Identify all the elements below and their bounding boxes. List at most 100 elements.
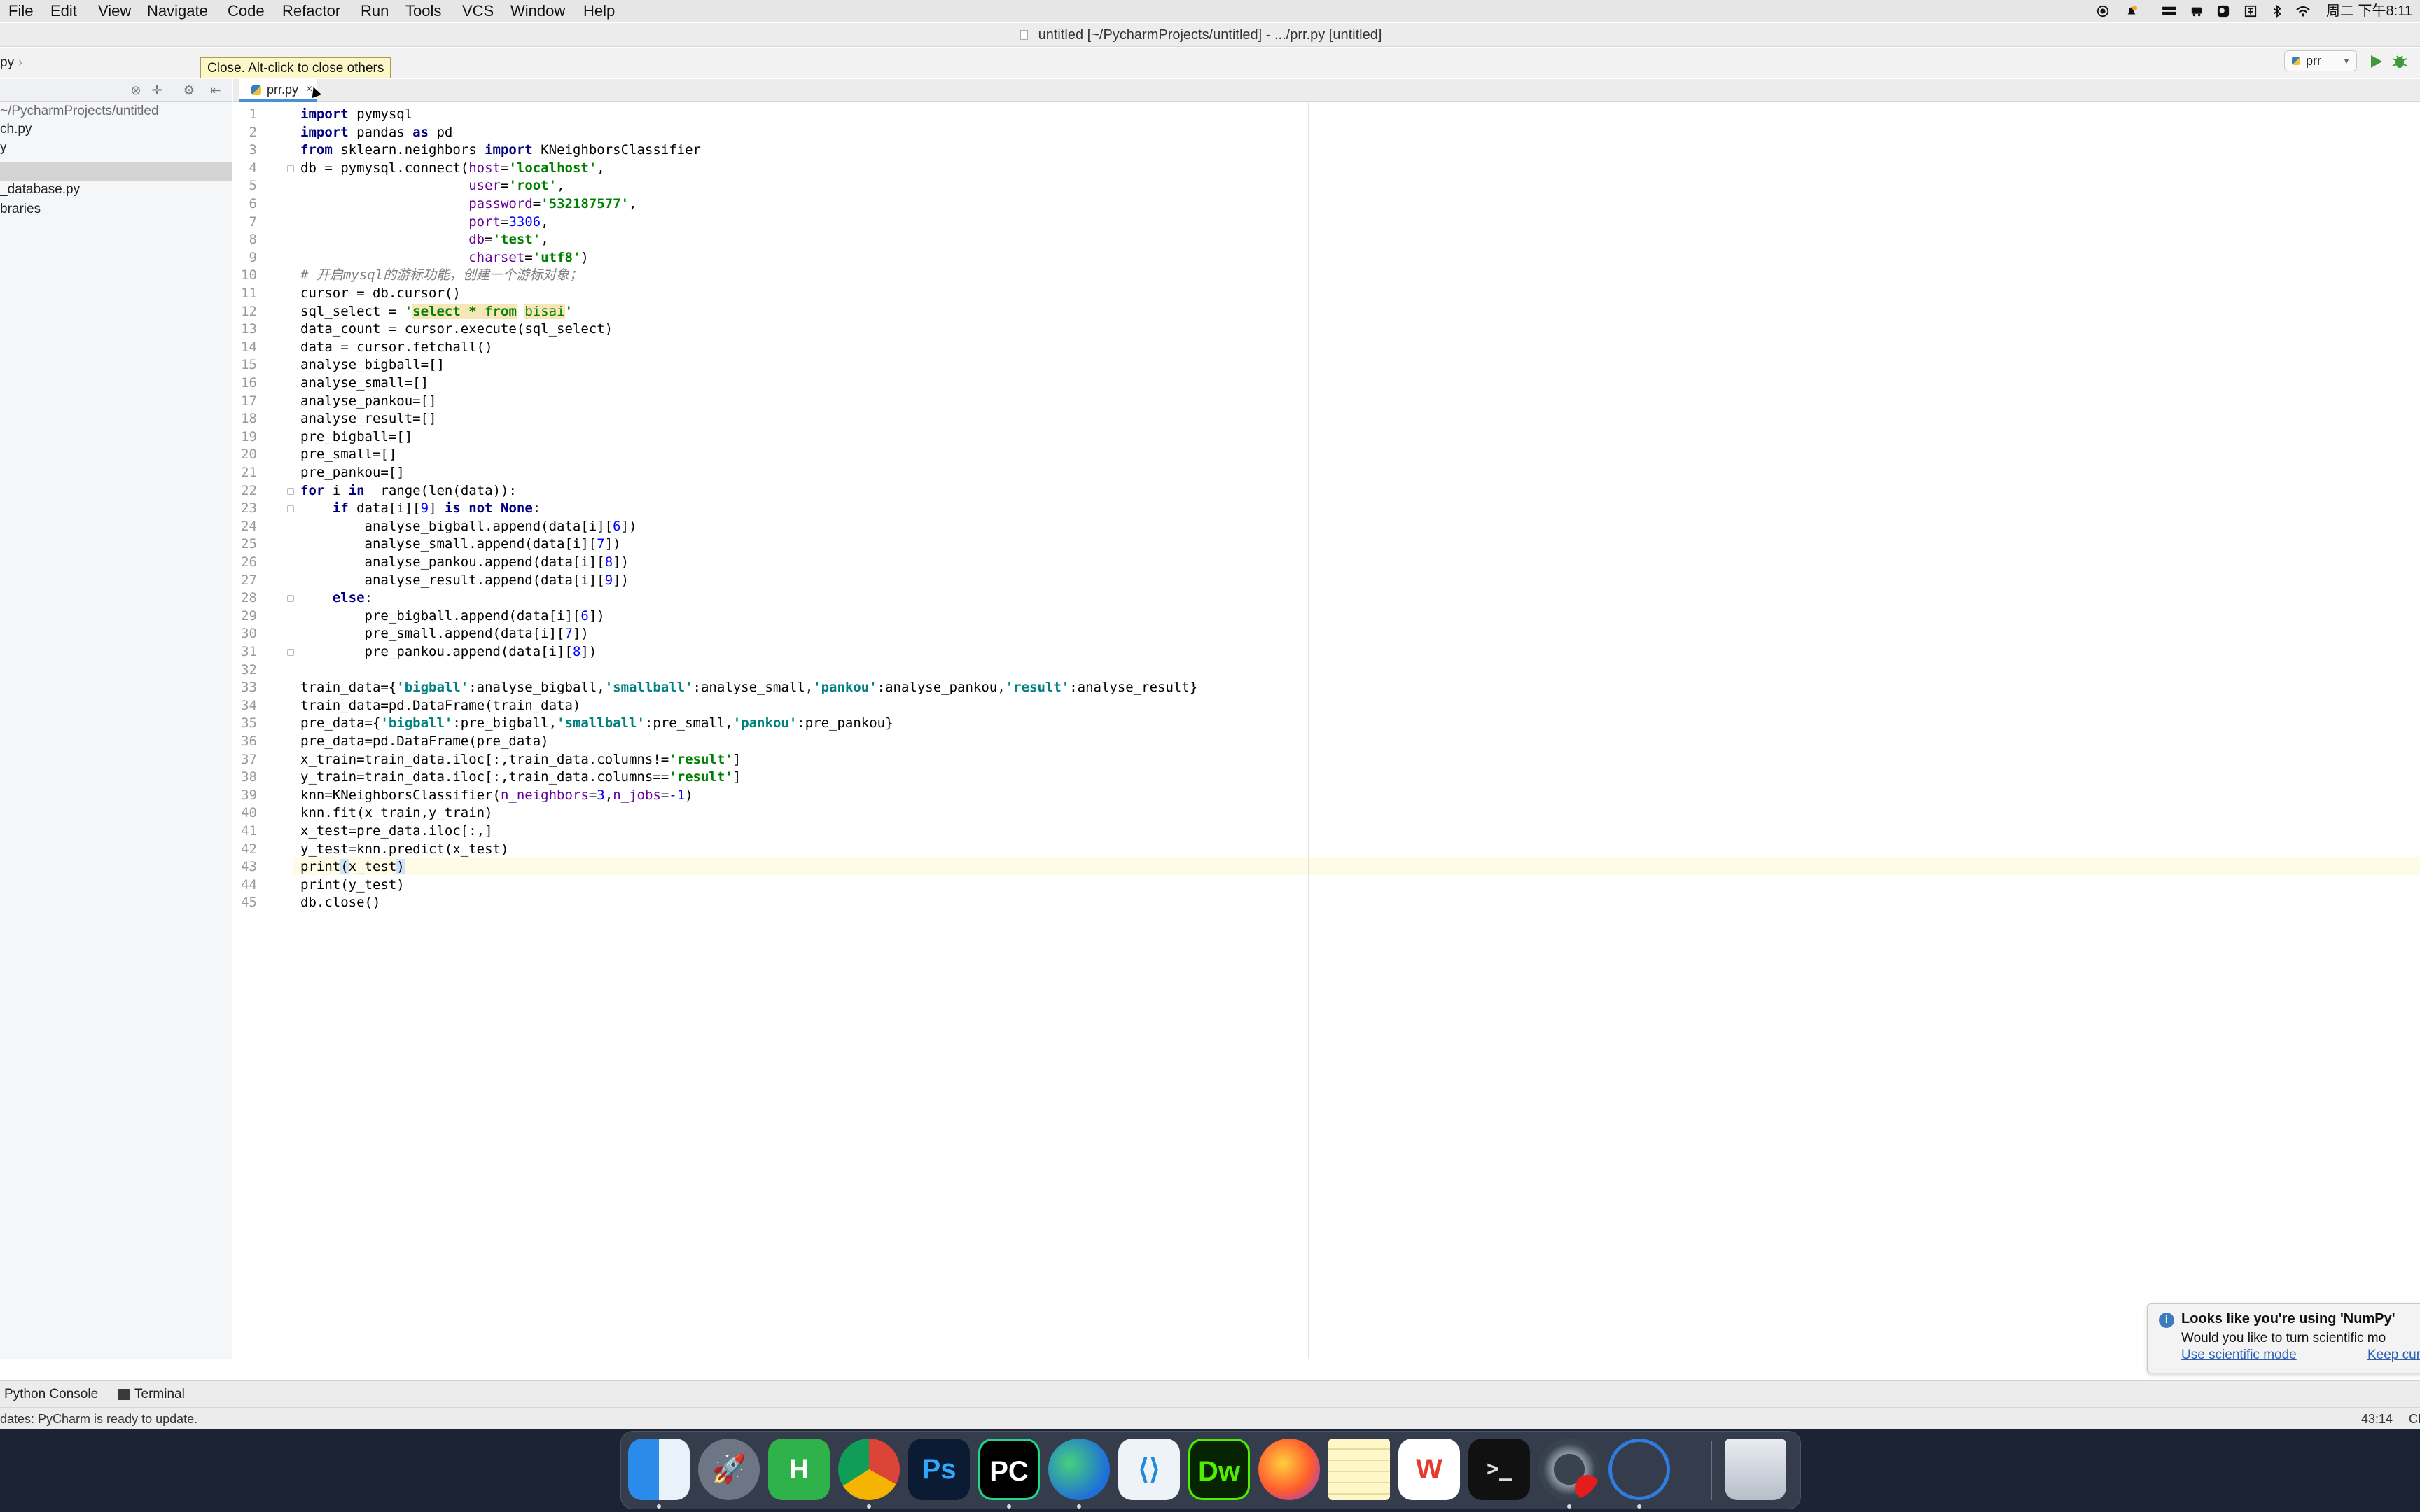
status-message[interactable]: dates: PyCharm is ready to update. (0, 1408, 197, 1430)
line-number[interactable]: 24 (233, 518, 257, 536)
code-line[interactable]: x_train=train_data.iloc[:,train_data.col… (300, 751, 741, 769)
code-line[interactable]: pre_pankou.append(data[i][8]) (300, 643, 597, 662)
code-line[interactable]: from sklearn.neighbors import KNeighbors… (300, 141, 701, 160)
code-line[interactable]: pre_pankou=[] (300, 464, 405, 482)
line-number[interactable]: 37 (233, 751, 257, 769)
wechat-status-icon[interactable] (2216, 5, 2230, 18)
line-number[interactable]: 9 (233, 249, 257, 267)
tree-item-selected[interactable] (0, 162, 232, 181)
app-status-icon[interactable] (2190, 5, 2204, 18)
keep-current-layout-link[interactable]: Keep current la (2367, 1348, 2420, 1363)
fold-marker-icon[interactable] (287, 505, 294, 513)
line-number[interactable]: 13 (233, 321, 257, 339)
code-line[interactable]: train_data=pd.DataFrame(train_data) (300, 697, 580, 715)
code-line[interactable]: pre_bigball=[] (300, 428, 412, 447)
vscode-icon[interactable]: ⟨⟩ (1118, 1438, 1180, 1500)
code-line[interactable]: y_test=knn.predict(x_test) (300, 841, 508, 859)
code-line[interactable]: print(x_test) (300, 858, 405, 876)
debug-button[interactable] (2391, 52, 2409, 71)
code-line[interactable]: import pymysql (300, 106, 412, 124)
line-number[interactable]: 31 (233, 643, 257, 662)
code-line[interactable]: print(y_test) (300, 876, 405, 895)
line-number[interactable]: 26 (233, 554, 257, 572)
fold-marker-icon[interactable] (287, 595, 294, 603)
line-number[interactable]: 5 (233, 177, 257, 195)
chrome-icon[interactable] (838, 1438, 900, 1500)
pycharm-icon[interactable]: PC (978, 1438, 1040, 1500)
code-line[interactable]: port=3306, (300, 214, 548, 232)
line-number[interactable]: 40 (233, 804, 257, 822)
line-number[interactable]: 22 (233, 482, 257, 500)
code-line[interactable]: analyse_small=[] (300, 374, 429, 393)
code-line[interactable]: knn=KNeighborsClassifier(n_neighbors=3,n… (300, 787, 693, 805)
line-number[interactable]: 1 (233, 106, 257, 124)
caret-position[interactable]: 43:14 (2361, 1408, 2393, 1430)
code-line[interactable]: db.close() (300, 894, 380, 912)
launchpad-icon[interactable]: 🚀 (698, 1438, 760, 1500)
wps-icon[interactable]: W (1398, 1438, 1460, 1500)
line-number[interactable]: 39 (233, 787, 257, 805)
scroll-from-source-icon[interactable]: ✛ (150, 83, 164, 97)
code-line[interactable]: knn.fit(x_train,y_train) (300, 804, 493, 822)
code-line[interactable]: charset='utf8') (300, 249, 589, 267)
notes-icon[interactable] (1328, 1438, 1390, 1500)
code-line[interactable]: analyse_bigball=[] (300, 356, 445, 374)
menu-run[interactable]: Run (361, 0, 389, 22)
code-line[interactable]: data = cursor.fetchall() (300, 339, 493, 357)
fold-marker-icon[interactable] (287, 649, 294, 656)
line-number[interactable]: 6 (233, 195, 257, 214)
menu-help[interactable]: Help (583, 0, 615, 22)
code-line[interactable]: analyse_result.append(data[i][9]) (300, 572, 630, 590)
line-number[interactable]: 30 (233, 625, 257, 643)
run-configuration-select[interactable]: prr ▼ (2284, 50, 2357, 71)
code-line[interactable]: analyse_small.append(data[i][7]) (300, 536, 621, 554)
network-status-icon[interactable] (2160, 5, 2178, 18)
line-number[interactable]: 8 (233, 231, 257, 249)
menu-refactor[interactable]: Refactor (282, 0, 340, 22)
wifi-icon[interactable] (2295, 5, 2311, 18)
screen-recorder-icon[interactable] (1538, 1438, 1600, 1500)
menu-view[interactable]: View (98, 0, 131, 22)
code-line[interactable]: analyse_pankou=[] (300, 393, 436, 411)
terminal-button[interactable]: Terminal (118, 1381, 185, 1408)
code-line[interactable]: user='root', (300, 177, 564, 195)
code-line[interactable]: pre_data={'bigball':pre_bigball,'smallba… (300, 715, 893, 733)
notification-bell-icon[interactable] (2125, 5, 2139, 18)
code-line[interactable]: for i in range(len(data)): (300, 482, 517, 500)
line-number[interactable]: 12 (233, 303, 257, 321)
line-number[interactable]: 36 (233, 733, 257, 751)
code-line[interactable]: analyse_bigball.append(data[i][6]) (300, 518, 637, 536)
code-line[interactable]: data_count = cursor.execute(sql_select) (300, 321, 613, 339)
menu-edit[interactable]: Edit (50, 0, 77, 22)
menu-file[interactable]: File (8, 0, 33, 22)
navicat-icon[interactable] (1608, 1438, 1670, 1500)
line-number[interactable]: 28 (233, 589, 257, 608)
hide-panel-icon[interactable]: ⇤ (209, 83, 223, 97)
input-method-icon[interactable] (2244, 5, 2258, 18)
code-line[interactable]: sql_select = 'select * from bisai' (300, 303, 573, 321)
line-number[interactable]: 2 (233, 124, 257, 142)
tree-item-file[interactable]: _database.py (0, 181, 232, 199)
terminal-app-icon[interactable]: >_ (1468, 1438, 1530, 1500)
line-number[interactable]: 17 (233, 393, 257, 411)
line-number[interactable]: 38 (233, 769, 257, 787)
line-number[interactable]: 21 (233, 464, 257, 482)
use-scientific-mode-link[interactable]: Use scientific mode (2181, 1348, 2297, 1363)
line-number[interactable]: 45 (233, 894, 257, 912)
code-line[interactable] (300, 662, 308, 680)
tree-item-file[interactable]: y (0, 139, 232, 157)
line-number[interactable]: 23 (233, 500, 257, 518)
menu-code[interactable]: Code (228, 0, 265, 22)
line-number[interactable]: 43 (233, 858, 257, 876)
code-line[interactable]: if data[i][9] is not None: (300, 500, 541, 518)
menu-window[interactable]: Window (510, 0, 565, 22)
line-number[interactable]: 19 (233, 428, 257, 447)
code-line[interactable]: y_train=train_data.iloc[:,train_data.col… (300, 769, 741, 787)
code-line[interactable]: pre_small.append(data[i][7]) (300, 625, 589, 643)
fold-marker-icon[interactable] (287, 487, 294, 495)
line-number[interactable]: 14 (233, 339, 257, 357)
menu-navigate[interactable]: Navigate (147, 0, 208, 22)
code-line[interactable]: else: (300, 589, 373, 608)
fold-marker-icon[interactable] (287, 164, 294, 172)
finder-icon[interactable] (628, 1438, 690, 1500)
